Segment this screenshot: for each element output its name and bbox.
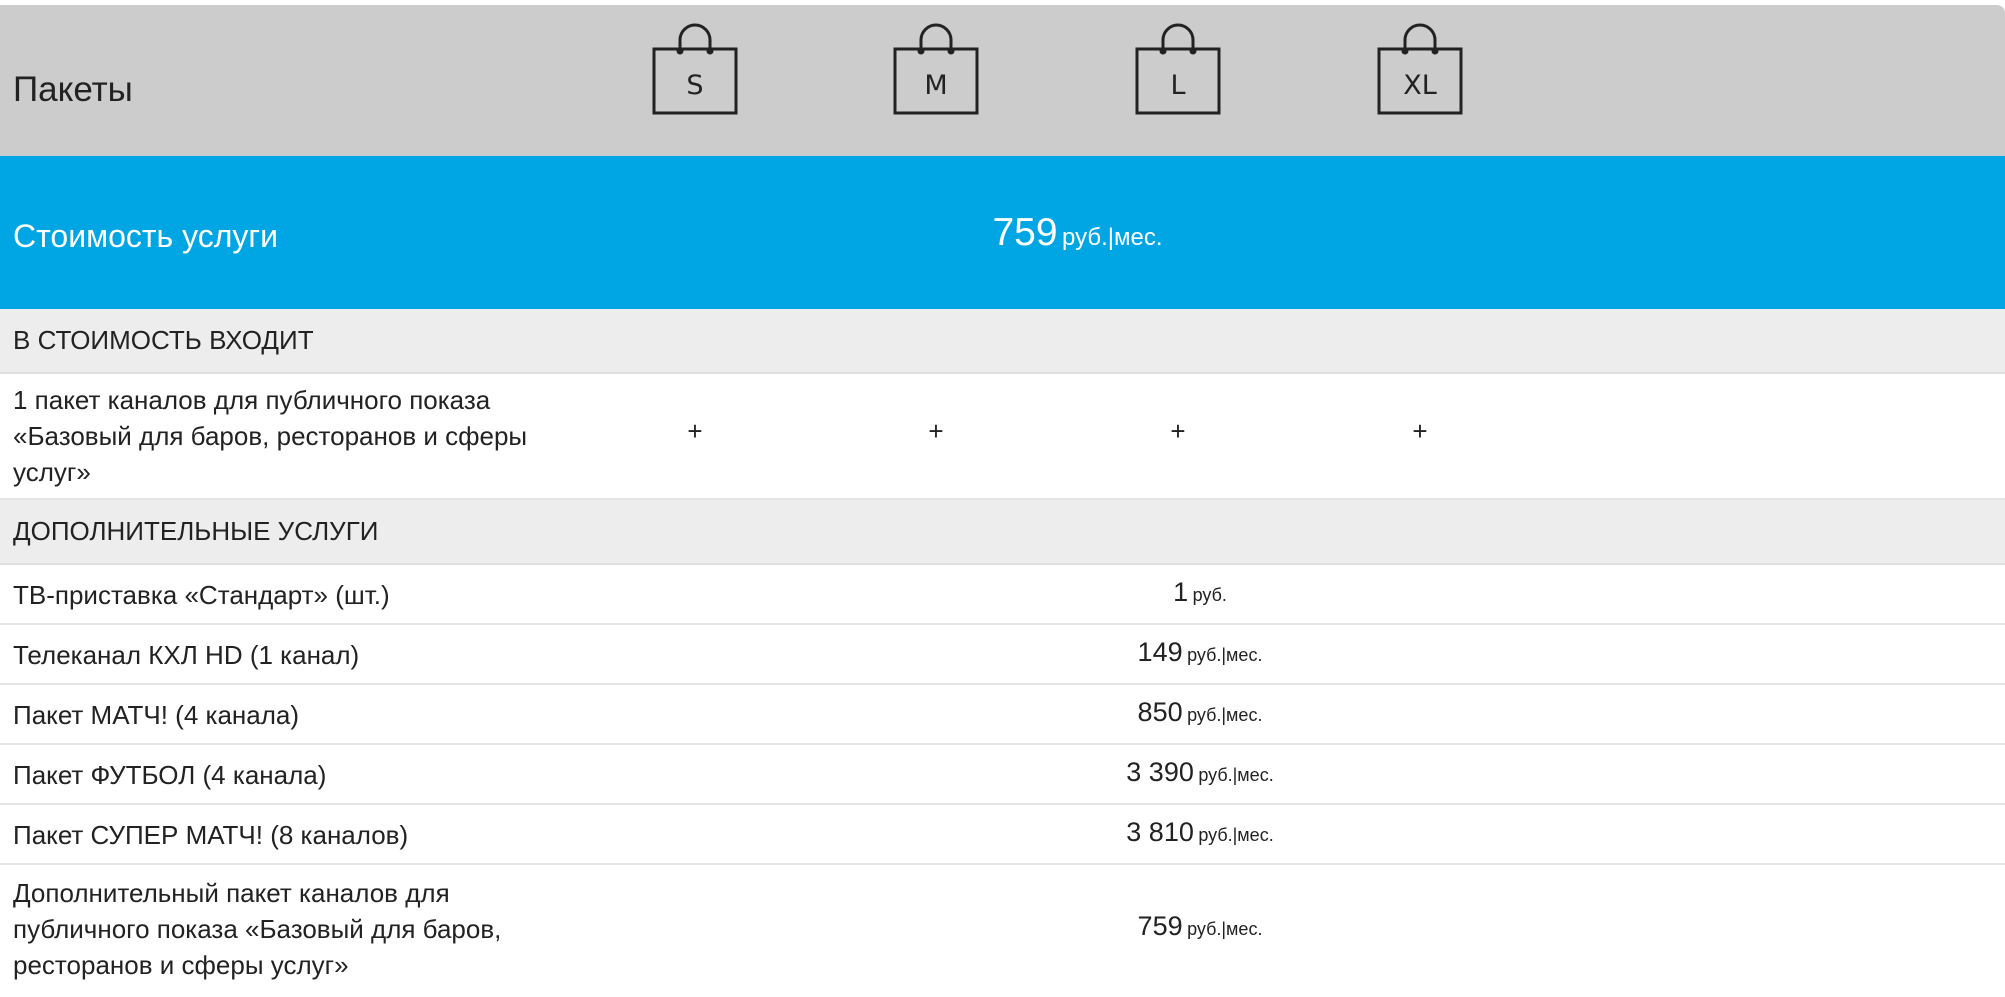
- section-extras-heading: ДОПОЛНИТЕЛЬНЫЕ УСЛУГИ: [13, 516, 379, 546]
- row-value-unit: руб.|мес.: [1187, 645, 1263, 665]
- row-value-amount: 1: [1173, 577, 1189, 607]
- table-row: Пакет СУПЕР МАТЧ! (8 каналов) 3 810 руб.…: [0, 805, 2005, 865]
- row-label: Дополнительный пакет каналов для публичн…: [13, 875, 501, 983]
- row-label-line: публичного показа «Базовый для баров,: [13, 914, 502, 944]
- table-row: ТВ-приставка «Стандарт» (шт.) 1 руб.: [0, 565, 2005, 625]
- package-s-label: S: [686, 70, 704, 101]
- table-row: Пакет МАТЧ! (4 канала) 850 руб.|мес.: [0, 685, 2005, 745]
- row-value: 3 390 руб.|мес.: [1050, 757, 1350, 788]
- table-header: Пакеты S M L XL: [0, 5, 2005, 156]
- row-value: 149 руб.|мес.: [1050, 637, 1350, 668]
- section-included-heading: В СТОИМОСТЬ ВХОДИТ: [13, 325, 314, 355]
- row-label: ТВ-приставка «Стандарт» (шт.): [13, 580, 390, 610]
- row-label: 1 пакет каналов для публичного показа «Б…: [13, 382, 527, 490]
- section-included: В СТОИМОСТЬ ВХОДИТ: [0, 309, 2005, 374]
- row-value-amount: 759: [1137, 911, 1183, 941]
- price-unit: руб.|мес.: [1062, 224, 1163, 251]
- row-label-line: «Базовый для баров, ресторанов и сферы: [13, 421, 528, 451]
- row-label-line: услуг»: [13, 457, 91, 487]
- row-value: 759 руб.|мес.: [1050, 911, 1350, 942]
- row-value: 3 810 руб.|мес.: [1050, 817, 1350, 848]
- service-price-row: Стоимость услуги 759 руб.|мес.: [0, 156, 2005, 309]
- row-label-line: Дополнительный пакет каналов для: [13, 878, 450, 908]
- row-value: 850 руб.|мес.: [1050, 697, 1350, 728]
- row-value-unit: руб.|мес.: [1198, 765, 1274, 785]
- included-mark-m: +: [928, 416, 944, 446]
- row-value-unit: руб.|мес.: [1187, 919, 1263, 939]
- section-extras: ДОПОЛНИТЕЛЬНЫЕ УСЛУГИ: [0, 500, 2005, 565]
- row-label: Пакет МАТЧ! (4 канала): [13, 700, 300, 730]
- row-value-amount: 3 810: [1126, 817, 1194, 847]
- pricing-table: Пакеты S M L XL Стоимость услуги 759 руб…: [0, 0, 2005, 997]
- row-value-unit: руб.: [1192, 585, 1227, 605]
- package-m-label: M: [924, 70, 948, 101]
- package-l-label: L: [1170, 70, 1186, 101]
- row-value-unit: руб.|мес.: [1187, 705, 1263, 725]
- row-value-amount: 850: [1137, 697, 1183, 727]
- shopping-bag-icon: [652, 23, 738, 115]
- shopping-bag-icon: [1135, 23, 1221, 115]
- row-label-line: 1 пакет каналов для публичного показа: [13, 385, 491, 415]
- package-m-column-header: M: [893, 23, 979, 115]
- row-label: Пакет СУПЕР МАТЧ! (8 каналов): [13, 820, 409, 850]
- row-label: Пакет ФУТБОЛ (4 канала): [13, 760, 327, 790]
- table-row: Дополнительный пакет каналов для публичн…: [0, 865, 2005, 995]
- shopping-bag-icon: [893, 23, 979, 115]
- package-s-column-header: S: [652, 23, 738, 115]
- service-price-value: 759 руб.|мес.: [0, 211, 2005, 255]
- row-value-amount: 3 390: [1126, 757, 1194, 787]
- package-xl-column-header: XL: [1377, 23, 1463, 115]
- package-xl-label: XL: [1403, 70, 1437, 101]
- table-row: Пакет ФУТБОЛ (4 канала) 3 390 руб.|мес.: [0, 745, 2005, 805]
- table-row: Телеканал КХЛ HD (1 канал) 149 руб.|мес.: [0, 625, 2005, 685]
- package-l-column-header: L: [1135, 23, 1221, 115]
- included-mark-xl: +: [1412, 416, 1428, 446]
- shopping-bag-icon: [1377, 23, 1463, 115]
- included-mark-l: +: [1170, 416, 1186, 446]
- included-mark-s: +: [687, 416, 703, 446]
- row-label: Телеканал КХЛ HD (1 канал): [13, 640, 360, 670]
- row-label-line: ресторанов и сферы услуг»: [13, 950, 349, 980]
- table-row: 1 пакет каналов для публичного показа «Б…: [0, 374, 2005, 500]
- row-value-unit: руб.|мес.: [1198, 825, 1274, 845]
- price-amount: 759: [992, 211, 1058, 254]
- header-title: Пакеты: [13, 70, 133, 109]
- row-value-amount: 149: [1137, 637, 1183, 667]
- row-value: 1 руб.: [1050, 577, 1350, 608]
